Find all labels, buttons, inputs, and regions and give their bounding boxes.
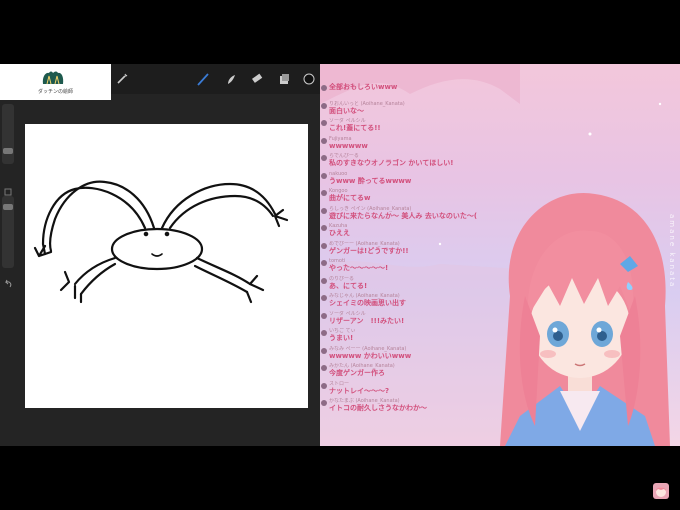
eraser-icon[interactable] xyxy=(250,72,264,86)
chat-avatar-icon xyxy=(321,207,327,214)
slider-handle[interactable] xyxy=(3,148,13,154)
chat-avatar-icon xyxy=(321,190,327,196)
chat-message-text: これ!蓋にてる!! xyxy=(329,124,381,132)
channel-watermark-icon[interactable] xyxy=(653,483,669,499)
chat-message-text: うwww 酔ってるwwww xyxy=(329,176,412,185)
smudge-icon[interactable] xyxy=(224,72,238,86)
chat-avatar-icon xyxy=(321,155,327,161)
chat-avatar-icon xyxy=(321,277,327,284)
chat-avatar-icon xyxy=(321,102,327,109)
chat-avatar-icon xyxy=(321,312,327,319)
sketch-drawing xyxy=(33,180,289,304)
modify-button[interactable] xyxy=(2,182,14,196)
chat-avatar-icon xyxy=(321,382,327,389)
logo-text: ダッチンの絵師 xyxy=(37,89,73,95)
chat-avatar-icon xyxy=(321,260,327,266)
chat-message: 全部おもしろいwww xyxy=(320,83,520,101)
cat-logo-icon xyxy=(42,71,64,85)
chat-message: らでんぴーる 私のすきなウオノラゴン かいてほしい! xyxy=(320,153,520,171)
channel-logo: ダッチンの絵師 xyxy=(0,64,111,100)
vtuber-avatar xyxy=(500,192,670,446)
chat-avatar-icon xyxy=(321,225,327,231)
stream-overlay: 全部おもしろいwww りおんいっと (Aoihane_Kanata) 面白いな〜 ソー… xyxy=(320,64,680,446)
sketch-body xyxy=(110,227,204,271)
brush-icon[interactable] xyxy=(196,72,210,86)
chat-message: りおんいっと (Aoihane_Kanata) 面白いな〜 xyxy=(320,101,520,119)
letterbox-top xyxy=(0,0,680,64)
chat-avatar-icon xyxy=(321,400,327,406)
letterbox-bottom xyxy=(0,446,680,510)
wand-icon[interactable] xyxy=(115,72,129,86)
chat-avatar-icon xyxy=(321,172,327,179)
chat-message: ソーダ ペルシル これ!蓋にてる!! xyxy=(320,118,520,136)
chat-avatar-icon xyxy=(321,120,327,126)
chat-message-text: 全部おもしろいwww xyxy=(329,83,398,91)
undo-button[interactable] xyxy=(2,274,14,288)
chat-message: Fujiyama wwwwww xyxy=(320,136,520,154)
chat-avatar-icon xyxy=(321,242,327,249)
drawing-app: ダッチンの絵師 xyxy=(0,64,320,446)
opacity-slider[interactable] xyxy=(2,196,14,268)
color-icon[interactable] xyxy=(302,72,316,86)
chat-message-text: wwwwww xyxy=(329,141,368,150)
chat-avatar-icon xyxy=(321,137,327,144)
drawing-canvas[interactable] xyxy=(25,124,308,408)
chat-avatar-icon xyxy=(321,85,327,91)
chat-avatar-icon xyxy=(321,365,327,371)
layers-icon[interactable] xyxy=(277,72,291,86)
chat-avatar-icon xyxy=(321,330,327,336)
chat-avatar-icon xyxy=(321,347,327,354)
brush-size-slider[interactable] xyxy=(2,104,14,164)
chat-avatar-icon xyxy=(321,295,327,301)
chat-message-text: 面白いな〜 xyxy=(329,106,364,115)
chat-message-text: 私のすきなウオノラゴン かいてほしい! xyxy=(329,159,454,167)
undo-icon xyxy=(5,279,12,288)
slider-handle[interactable] xyxy=(3,204,13,210)
